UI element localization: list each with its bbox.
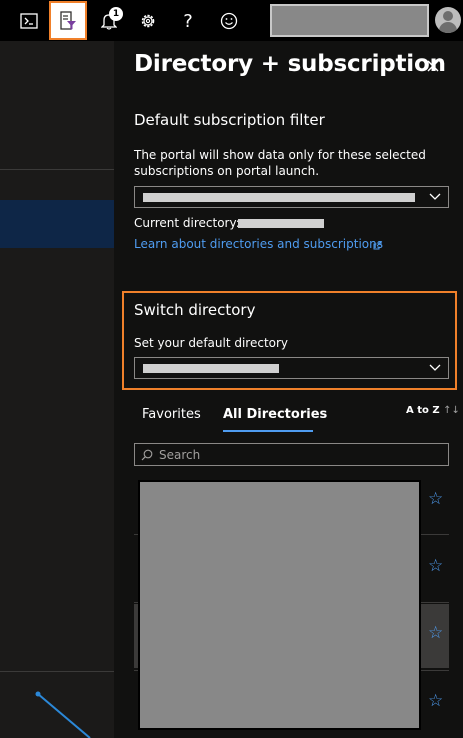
favorite-star-icon[interactable]: ☆ <box>428 691 443 711</box>
settings-button[interactable] <box>129 2 167 40</box>
close-icon[interactable] <box>425 58 441 74</box>
default-filter-heading: Default subscription filter <box>134 111 325 129</box>
tab-favorites[interactable]: Favorites <box>142 407 201 422</box>
sort-arrows-icon: ↑↓ <box>443 405 460 416</box>
chevron-down-icon <box>429 193 441 200</box>
help-icon: ? <box>183 10 193 32</box>
background-chart-line <box>35 691 91 738</box>
help-button[interactable]: ? <box>169 2 207 40</box>
redacted-value <box>143 364 279 373</box>
settings-icon <box>141 14 155 28</box>
favorite-star-icon[interactable]: ☆ <box>428 489 443 509</box>
account-info-redacted[interactable] <box>270 4 429 37</box>
external-link-icon <box>373 241 382 250</box>
search-icon <box>141 449 153 461</box>
sort-label: A to Z <box>406 405 440 416</box>
redacted-directory-list <box>138 480 421 730</box>
learn-directories-link[interactable]: Learn about directories and subscription… <box>134 237 383 251</box>
switch-directory-heading: Switch directory <box>134 301 256 319</box>
panel-title: Directory + subscription <box>134 51 446 77</box>
chevron-down-icon <box>429 364 441 371</box>
sort-button[interactable]: A to Z ↑↓ <box>406 405 460 416</box>
default-directory-label: Set your default directory <box>134 336 289 350</box>
redacted-value <box>143 193 415 202</box>
current-directory-label: Current directory: <box>134 216 240 230</box>
tab-all-directories[interactable]: All Directories <box>223 407 327 422</box>
subscription-filter-dropdown[interactable] <box>134 186 449 208</box>
search-input[interactable]: Search <box>134 443 449 466</box>
search-placeholder: Search <box>159 448 201 462</box>
active-tab-indicator <box>223 430 313 432</box>
directory-subscription-panel: Directory + subscription Default subscri… <box>114 41 463 738</box>
feedback-icon <box>220 12 238 30</box>
default-directory-dropdown[interactable] <box>134 357 449 379</box>
favorite-star-icon[interactable]: ☆ <box>428 556 443 576</box>
favorite-star-icon[interactable]: ☆ <box>428 623 443 643</box>
default-filter-description: The portal will show data only for these… <box>134 148 426 178</box>
avatar[interactable] <box>435 7 461 33</box>
redacted-current-directory <box>238 219 324 228</box>
feedback-button[interactable] <box>210 2 248 40</box>
